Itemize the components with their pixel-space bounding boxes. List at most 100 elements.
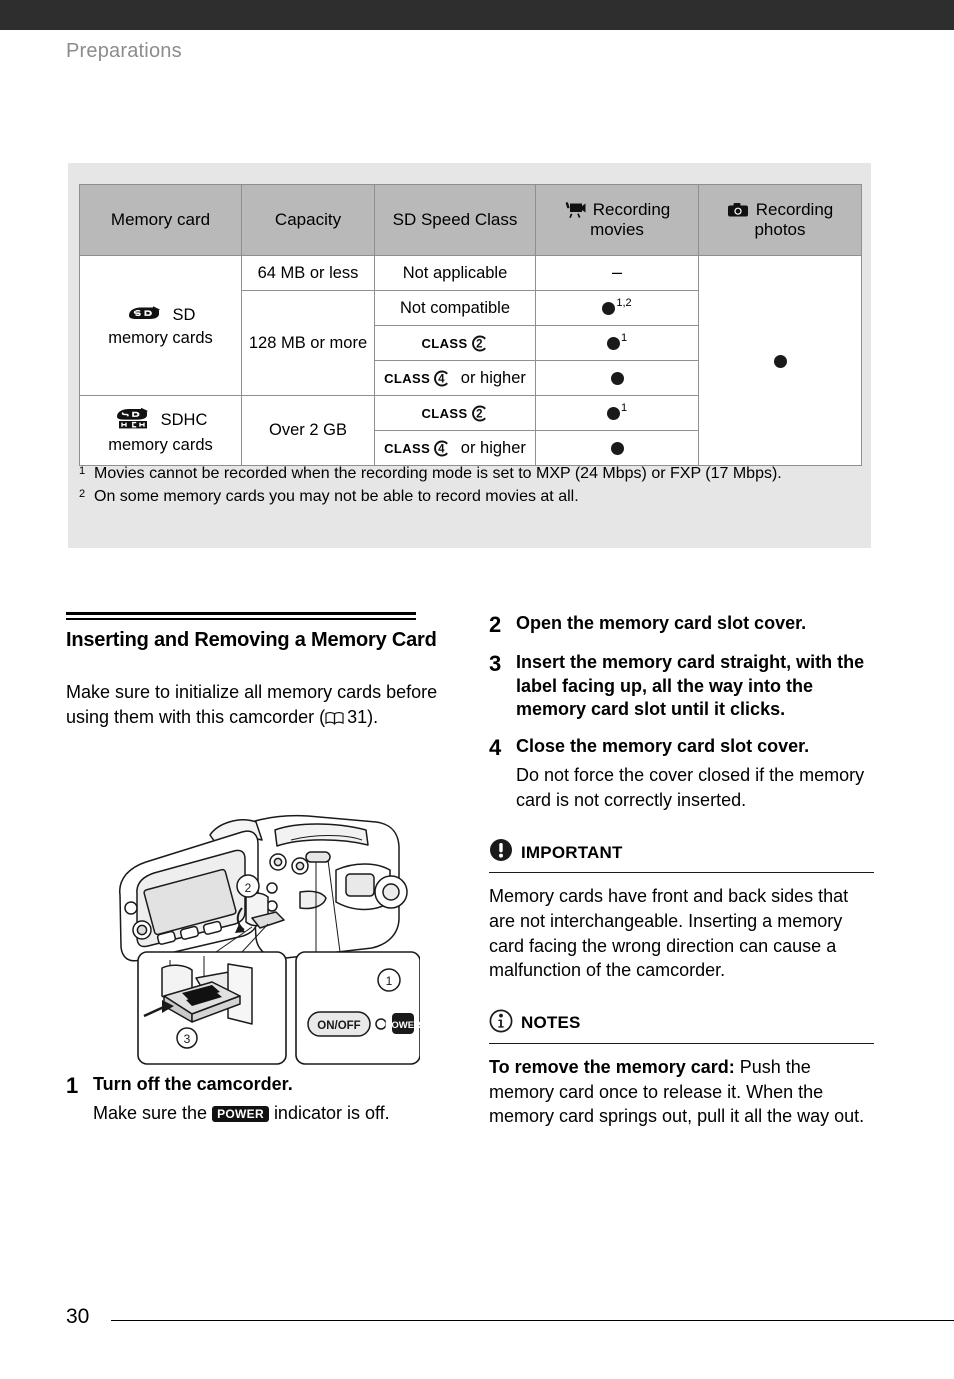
manual-reference-icon (325, 707, 344, 732)
intro-paragraph: Make sure to initialize all memory cards… (66, 680, 446, 731)
power-indicator-label: POWER (385, 1020, 420, 1031)
column-header-memory-card: Memory card (79, 184, 242, 256)
info-circle-icon (489, 1009, 513, 1038)
step-1: 1 Turn off the camcorder. Make sure the … (66, 1073, 466, 1138)
step-subtext-after: indicator is off. (273, 1102, 390, 1123)
table-row: SD memory cards 64 MB or less Not applic… (79, 255, 862, 466)
illustration-callout-1: 1 (386, 974, 393, 988)
column-header-recording-movies: Recording movies (535, 184, 699, 256)
supported-dot (602, 302, 616, 316)
column-header-label: SD Speed Class (392, 209, 518, 229)
svg-text:4: 4 (438, 374, 445, 386)
footnote-text: On some memory cards you may not be able… (94, 487, 579, 505)
illustration-callout-3: 3 (184, 1032, 191, 1046)
column-header-sd-speed-class: SD Speed Class (374, 184, 536, 256)
supported-dot (610, 372, 624, 386)
movie-camera-icon (564, 202, 586, 219)
not-supported-dash: – (611, 262, 622, 283)
intro-text-after: ). (367, 706, 379, 727)
callout-title: IMPORTANT (521, 842, 623, 862)
column-header-label: Recording (755, 200, 834, 220)
sd-speed-class-4-icon: CLASS 4 (384, 369, 451, 388)
footnote-marker: 2 (79, 487, 86, 500)
footnote-marker: 1,2 (616, 297, 632, 310)
important-callout: IMPORTANT Memory cards have front and ba… (489, 838, 874, 983)
sdhc-logo-icon (114, 406, 154, 435)
speed-class-suffix: or higher (460, 438, 526, 457)
column-header-capacity: Capacity (241, 184, 375, 256)
step-title: Close the memory card slot cover. (516, 736, 810, 757)
section-title: Inserting and Removing a Memory Card (66, 629, 437, 651)
section-divider (66, 612, 416, 620)
cell-speed-class: Not applicable (374, 255, 536, 291)
cell-recording-movies: – (535, 255, 699, 291)
footnote-item: 2 On some memory cards you may not be ab… (79, 486, 869, 508)
column-header-label: Recording (592, 200, 671, 220)
left-column: Inserting and Removing a Memory Card Mak… (66, 612, 446, 731)
cell-capacity: 64 MB or less (241, 255, 375, 291)
cell-speed-class: Not compatible (374, 290, 536, 326)
card-type-name: SDHC (160, 411, 208, 430)
header-bar (0, 0, 954, 30)
column-header-recording-photos: Recording photos (698, 184, 862, 256)
photo-camera-icon (727, 202, 749, 218)
supported-dot (773, 354, 787, 368)
cell-speed-class: CLASS 4 or higher (374, 360, 536, 396)
callout-body: To remove the memory card: Push the memo… (489, 1055, 874, 1129)
callout-body: Memory cards have front and back sides t… (489, 886, 849, 981)
svg-text:4: 4 (438, 444, 445, 456)
card-type-subtitle: memory cards (108, 436, 213, 454)
footer-divider (111, 1320, 954, 1321)
step-subtext: Do not force the cover closed if the mem… (516, 764, 865, 810)
step-number: 3 (489, 650, 502, 676)
cell-card-type-sdhc: SDHC memory cards (79, 395, 242, 466)
table-header-row: Memory card Capacity SD Speed Class Reco… (79, 184, 862, 256)
supported-dot (606, 407, 620, 421)
cell-recording-photos (698, 255, 862, 466)
column-header-label-line2: photos (754, 220, 806, 239)
table-footnotes: 1 Movies cannot be recorded when the rec… (79, 463, 869, 508)
cell-recording-movies: 1,2 (535, 290, 699, 326)
card-type-subtitle: memory cards (108, 329, 213, 347)
svg-text:2: 2 (476, 409, 483, 421)
svg-text:2: 2 (476, 339, 483, 351)
footnote-marker: 1 (79, 465, 86, 477)
supported-dot (610, 442, 624, 456)
callout-divider (489, 1042, 874, 1044)
step-title: Insert the memory card straight, with th… (516, 651, 865, 720)
cell-recording-movies: 1 (535, 395, 699, 431)
step-number: 2 (489, 612, 502, 637)
step-3: 3 Insert the memory card straight, with … (489, 651, 874, 722)
intro-text: Make sure to initialize all memory cards… (66, 682, 438, 727)
notes-callout: NOTES To remove the memory card: Push th… (489, 1009, 874, 1129)
step-title: Open the memory card slot cover. (516, 613, 807, 633)
cell-capacity: Over 2 GB (241, 395, 375, 466)
right-column: 2 Open the memory card slot cover. 3 Ins… (489, 612, 874, 1129)
cell-speed-class: CLASS 2 (374, 325, 536, 361)
callout-title: NOTES (521, 1013, 581, 1033)
footnote-marker: 1 (620, 332, 628, 345)
column-header-label: Capacity (274, 209, 342, 229)
memory-card-table: Memory card Capacity SD Speed Class Reco… (79, 184, 862, 466)
camcorder-illustration: 2 3 1 ON/OFF POWER (100, 800, 421, 1070)
step-number: 1 (66, 1073, 79, 1098)
step-subtext-before: Make sure the (93, 1102, 208, 1123)
callout-divider (489, 872, 874, 874)
cell-recording-movies: 1 (535, 325, 699, 361)
memory-card-spec-panel: Memory card Capacity SD Speed Class Reco… (68, 163, 871, 548)
column-header-label-line2: movies (590, 220, 644, 239)
cell-card-type-sd: SD memory cards (79, 255, 242, 396)
sd-speed-class-4-icon: CLASS 4 (384, 439, 451, 458)
cell-recording-movies (535, 430, 699, 466)
power-indicator-badge: POWER (212, 1105, 269, 1123)
cell-capacity: 128 MB or more (241, 290, 375, 396)
step-2: 2 Open the memory card slot cover. (489, 612, 874, 638)
onoff-button-label: ON/OFF (317, 1020, 360, 1032)
footnote-item: 1 Movies cannot be recorded when the rec… (79, 463, 869, 485)
exclamation-circle-icon (489, 838, 513, 867)
cell-recording-movies (535, 360, 699, 396)
cell-speed-class: CLASS 2 (374, 395, 536, 431)
footnote-marker: 1 (620, 402, 628, 415)
running-head: Preparations (66, 40, 182, 62)
step-number: 4 (489, 735, 502, 761)
